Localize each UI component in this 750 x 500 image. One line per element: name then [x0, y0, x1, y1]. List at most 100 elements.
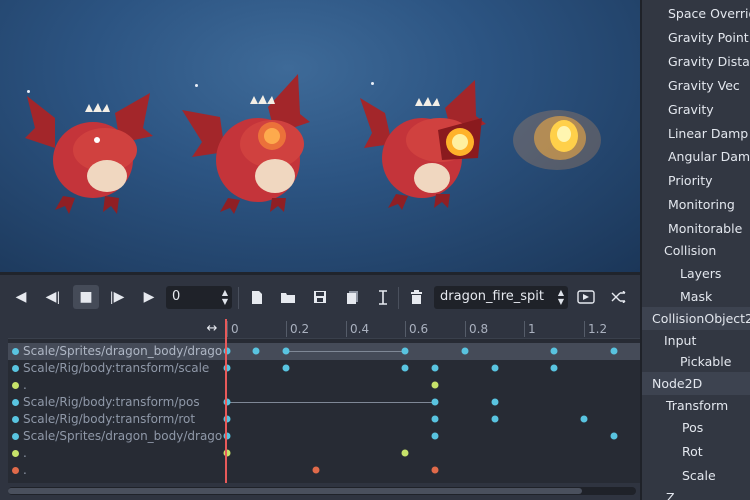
property-label: Mask	[680, 289, 713, 304]
spin-arrows-icon[interactable]: ▲ ▼	[222, 288, 228, 306]
rename-animation-icon[interactable]	[370, 285, 396, 309]
keyframe[interactable]	[491, 364, 499, 372]
inspector-property[interactable]: Monitorable	[642, 217, 750, 240]
keyframe[interactable]	[312, 466, 320, 474]
property-label: Priority	[668, 173, 713, 188]
inspector-property[interactable]: Linear Damp	[642, 122, 750, 145]
keyframe[interactable]	[431, 381, 439, 389]
keyframe[interactable]	[431, 398, 439, 406]
keyframe[interactable]	[431, 466, 439, 474]
inspector-property[interactable]: Layers	[642, 262, 750, 285]
toolbar-separator	[238, 287, 239, 309]
zoom-horizontal-icon[interactable]: ↔	[202, 316, 222, 340]
ruler-tick-label: 1.2	[588, 322, 608, 336]
timeline-scrollbar[interactable]	[8, 487, 636, 495]
keyframe[interactable]	[401, 449, 409, 457]
load-animation-icon[interactable]	[275, 285, 301, 309]
duplicate-animation-icon[interactable]	[339, 285, 365, 309]
interpolation-line	[227, 402, 435, 403]
section-label: CollisionObject2D	[652, 311, 750, 326]
save-animation-icon[interactable]	[307, 285, 333, 309]
keyframe[interactable]	[401, 347, 409, 355]
inspector-property[interactable]: Gravity Distance	[642, 50, 750, 73]
inspector-group[interactable]: Transform	[642, 394, 750, 417]
inspector-property[interactable]: Angular Damp	[642, 145, 750, 168]
animation-name: dragon_fire_spit	[440, 289, 544, 304]
track-row[interactable]: .	[8, 445, 640, 462]
frame-spinbox[interactable]: 0 ▲ ▼	[166, 286, 232, 309]
ruler-tick	[286, 321, 287, 337]
dragon-sprite-3[interactable]	[360, 78, 490, 213]
track-row[interactable]: Scale/Sprites/dragon_body/drago	[8, 428, 640, 445]
keyframe[interactable]	[610, 347, 618, 355]
interpolation-line	[286, 351, 404, 352]
keyframe[interactable]	[550, 347, 558, 355]
keyframe[interactable]	[550, 364, 558, 372]
inspector-group[interactable]: Input	[642, 329, 750, 352]
stop-icon[interactable]: ■	[73, 285, 99, 309]
inspector-property[interactable]: Priority	[642, 169, 750, 192]
inspector-property[interactable]: Gravity Point	[642, 26, 750, 49]
property-label: Gravity Distance	[668, 54, 750, 69]
scene-viewport[interactable]	[0, 0, 640, 272]
blend-times-icon[interactable]	[606, 285, 632, 309]
play-icon[interactable]: ▶	[136, 285, 162, 309]
inspector-property[interactable]: Gravity	[642, 98, 750, 121]
inspector-property[interactable]: Pos	[642, 416, 750, 439]
ruler-tick	[227, 321, 228, 337]
track-type-dot	[12, 365, 19, 372]
keyframe[interactable]	[461, 347, 469, 355]
new-animation-icon[interactable]	[244, 285, 270, 309]
scrollbar-thumb[interactable]	[8, 488, 582, 494]
ruler-tick-label: 0.4	[350, 322, 370, 336]
ruler-tick-label: 0.2	[290, 322, 310, 336]
inspector-group[interactable]: Collision	[642, 239, 750, 262]
autoplay-icon[interactable]	[573, 285, 599, 309]
delete-animation-icon[interactable]	[403, 285, 429, 309]
keyframe[interactable]	[491, 415, 499, 423]
track-type-dot	[12, 382, 19, 389]
play-backwards-from-end-icon[interactable]: ◀​ |	[40, 285, 66, 309]
inspector-property[interactable]: Gravity Vec	[642, 74, 750, 97]
track-row[interactable]: Scale/Rig/body:transform/rot	[8, 411, 640, 428]
track-label: Scale/Rig/body:transform/rot	[23, 412, 196, 426]
inspector-property[interactable]: Monitoring	[642, 193, 750, 216]
keyframe[interactable]	[252, 347, 260, 355]
track-type-dot	[12, 399, 19, 406]
inspector-group[interactable]: Z	[642, 486, 750, 500]
keyframe[interactable]	[580, 415, 588, 423]
keyframe[interactable]	[282, 347, 290, 355]
inspector-section-header[interactable]: Node2D	[642, 372, 750, 395]
keyframe[interactable]	[610, 432, 618, 440]
property-label: Monitorable	[668, 221, 743, 236]
keyframe[interactable]	[431, 415, 439, 423]
track-editor[interactable]: ↔ 0 0.2 0.4 0.6 0.8 1 1.2 Scale/Sprites/…	[8, 319, 640, 483]
keyframe[interactable]	[431, 364, 439, 372]
play-backwards-icon[interactable]: ◀	[8, 285, 34, 309]
inspector-section-header[interactable]: CollisionObject2D	[642, 307, 750, 330]
track-type-dot	[12, 433, 19, 440]
dragon-sprite-1[interactable]	[25, 88, 155, 218]
inspector-property[interactable]: Mask	[642, 285, 750, 308]
group-label: Collision	[664, 243, 717, 258]
inspector-property[interactable]: Pickable	[642, 350, 750, 373]
animation-select[interactable]: dragon_fire_spit ▲ ▼	[434, 286, 568, 309]
property-label: Pickable	[680, 354, 732, 369]
ruler-tick	[346, 321, 347, 337]
fireball-sprite[interactable]	[512, 100, 602, 180]
keyframe[interactable]	[282, 364, 290, 372]
inspector-property[interactable]: Rot	[642, 440, 750, 463]
track-row[interactable]: .	[8, 377, 640, 394]
play-from-start-icon[interactable]: | ▶	[104, 285, 130, 309]
track-row[interactable]: .	[8, 462, 640, 479]
keyframe[interactable]	[491, 398, 499, 406]
group-label: Z	[666, 490, 675, 500]
keyframe[interactable]	[431, 432, 439, 440]
timeline-ruler[interactable]: ↔ 0 0.2 0.4 0.6 0.8 1 1.2	[8, 319, 640, 339]
playhead[interactable]	[225, 319, 227, 483]
dragon-sprite-2[interactable]	[180, 72, 330, 217]
track-row[interactable]: Scale/Rig/body:transform/scale	[8, 360, 640, 377]
keyframe[interactable]	[401, 364, 409, 372]
inspector-property[interactable]: Scale	[642, 464, 750, 487]
inspector-property[interactable]: Space Override	[642, 2, 750, 25]
